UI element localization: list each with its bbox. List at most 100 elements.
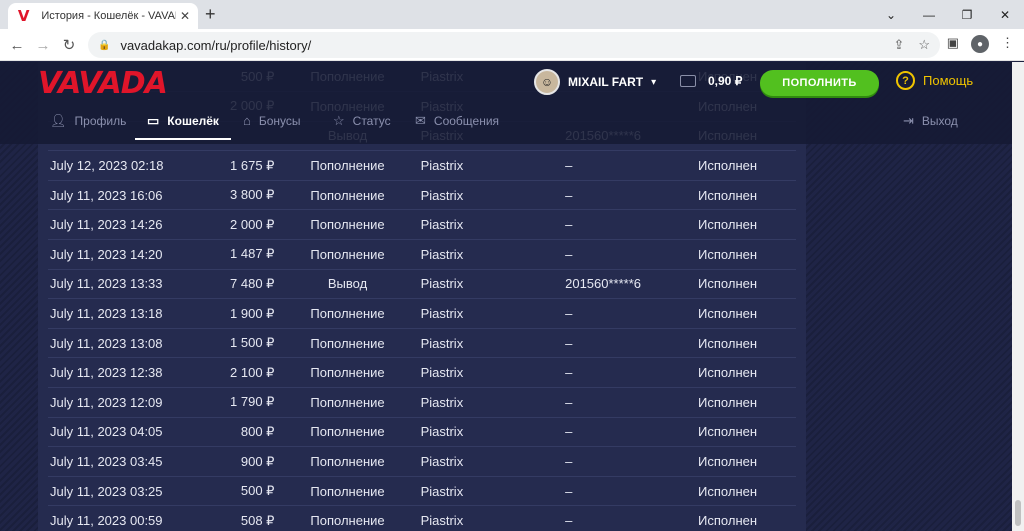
tx-status: Исполнен (698, 158, 758, 174)
tx-type: Пополнение (310, 454, 385, 470)
sidepanel-icon[interactable]: ▣ (947, 35, 959, 53)
logout-button[interactable]: ⇥ Выход (903, 113, 958, 129)
tab-bonuses-label: Бонусы (258, 113, 301, 128)
forward-icon[interactable]: → (32, 34, 54, 56)
tab-status-label: Статус (352, 114, 391, 128)
table-row: July 11, 2023 14:20 1 487 ₽ Пополнение Pias… (48, 240, 796, 270)
tab-wallet[interactable]: ▭ Кошелёк (147, 113, 219, 129)
tx-type: Пополнение (310, 424, 385, 440)
table-row: July 11, 2023 03:45 900 ₽ Пополнение Piastr… (48, 447, 796, 477)
tx-status: Исполнен (698, 187, 758, 203)
tx-wallet: – (565, 454, 573, 470)
share-icon[interactable]: ⇪ (893, 37, 904, 53)
tx-amount: 7 480 ₽ (230, 275, 275, 291)
lock-icon[interactable]: 🔒 (98, 40, 110, 51)
tx-method: Piastrix (420, 365, 464, 381)
tx-type: Пополнение (310, 246, 385, 262)
tab-status[interactable]: ☆ Статус (333, 113, 391, 129)
table-row: July 11, 2023 16:06 3 800 ₽ Пополнение Pias… (48, 180, 796, 210)
tx-amount: 1 500 ₽ (230, 335, 275, 351)
profile-icon[interactable]: ● (971, 35, 989, 53)
tx-method: Piastrix (420, 276, 464, 292)
help-label: Помощь (923, 73, 974, 88)
tx-status: Исполнен (698, 424, 758, 440)
tx-method: Piastrix (420, 335, 464, 351)
gift-icon: ⌂ (243, 113, 251, 128)
tx-wallet: – (565, 483, 573, 499)
tx-method: Piastrix (420, 306, 464, 322)
tx-method: Piastrix (420, 246, 464, 262)
restore-icon[interactable]: ❐ (948, 0, 986, 29)
user-menu[interactable]: ☺ MIXAIL FART ▾ (534, 69, 656, 95)
browser-toolbar: ← → ↻ 🔒 vavadakap.com/ru/profile/history… (0, 29, 1024, 61)
avatar: ☺ (534, 69, 560, 95)
tx-type: Пополнение (310, 335, 385, 351)
username: MIXAIL FART (568, 75, 644, 89)
tx-amount: 500 ₽ (240, 483, 275, 499)
tab-bonuses[interactable]: ⌂ Бонусы (243, 113, 301, 128)
table-row: July 12, 2023 02:18 1 675 ₽ Пополнение Pias… (48, 151, 796, 181)
tx-date: July 11, 2023 14:26 (50, 217, 163, 233)
tx-amount: 800 ₽ (240, 423, 275, 439)
bookmark-star-icon[interactable]: ☆ (918, 37, 930, 53)
new-tab-icon[interactable]: + (205, 4, 216, 25)
user-icon: 👤︎ (50, 113, 67, 128)
close-tab-icon[interactable]: ✕ (180, 9, 190, 23)
tx-date: July 12, 2023 02:18 (50, 158, 164, 174)
address-bar[interactable]: 🔒 vavadakap.com/ru/profile/history/ ⇪ ☆ (88, 32, 940, 58)
tx-wallet: – (565, 246, 573, 262)
tx-method: Piastrix (420, 483, 464, 499)
tx-amount: 1 487 ₽ (230, 246, 275, 262)
tx-type: Пополнение (310, 365, 385, 381)
tab-messages-label: Сообщения (433, 114, 500, 128)
balance-display: 0,90 ₽ (680, 74, 742, 88)
tx-date: July 11, 2023 00:59 (50, 513, 163, 529)
tx-amount: 900 ₽ (240, 453, 275, 469)
tx-date: July 11, 2023 12:38 (50, 365, 163, 381)
page-scrollbar[interactable] (1012, 62, 1024, 531)
close-window-icon[interactable]: ✕ (986, 0, 1024, 29)
back-icon[interactable]: ← (6, 34, 28, 56)
tx-status: Исполнен (698, 246, 758, 262)
tx-wallet: – (565, 335, 573, 351)
tx-status: Исполнен (698, 454, 758, 470)
tx-amount: 2 100 ₽ (230, 364, 275, 380)
tx-status: Исполнен (698, 483, 758, 499)
active-tab-indicator (135, 138, 231, 140)
tab-messages[interactable]: ✉ Сообщения (415, 113, 499, 129)
vavada-logo[interactable]: VAVADA (38, 66, 168, 101)
chevron-down-icon: ▾ (651, 76, 657, 88)
vavada-favicon-icon: V (17, 7, 30, 25)
url-text: vavadakap.com/ru/profile/history/ (120, 37, 312, 53)
tx-type: Пополнение (310, 306, 385, 322)
tx-amount: 1 675 ₽ (230, 157, 275, 173)
deposit-button[interactable]: ПОПОЛНИТЬ (760, 70, 879, 96)
table-row: July 11, 2023 14:26 2 000 ₽ Пополнение Pias… (48, 210, 796, 240)
tx-date: July 11, 2023 03:25 (50, 483, 163, 499)
tx-method: Piastrix (420, 394, 464, 410)
table-row: July 11, 2023 03:25 500 ₽ Пополнение Piastr… (48, 476, 796, 506)
window-controls: ⌄ — ❐ ✕ (872, 0, 1024, 29)
chevron-down-icon[interactable]: ⌄ (872, 0, 910, 29)
help-button[interactable]: ? Помощь (896, 71, 973, 90)
table-row: July 11, 2023 13:08 1 500 ₽ Пополнение Pias… (48, 328, 796, 358)
menu-icon[interactable]: ⋮ (1001, 35, 1014, 53)
tx-status: Исполнен (698, 365, 758, 381)
tx-type: Пополнение (310, 394, 385, 410)
page-viewport: 500 ₽ Пополнение Piastrix Исполнен 2 000 ₽ По… (0, 62, 1012, 531)
tx-type: Пополнение (310, 217, 385, 233)
tx-status: Исполнен (698, 276, 758, 292)
tx-wallet: – (565, 217, 573, 233)
browser-actions: ▣ ● ⋮ (947, 35, 1014, 53)
browser-tab[interactable]: V История - Кошелёк - VAVADA О ✕ (8, 3, 198, 29)
tx-wallet: – (565, 365, 573, 381)
profile-subnav: 👤︎ Профиль ▭ Кошелёк ⌂ Бонусы ☆ Статус ✉… (0, 104, 1012, 144)
tx-type: Пополнение (310, 513, 385, 529)
tx-method: Piastrix (420, 424, 464, 440)
tab-profile[interactable]: 👤︎ Профиль (50, 113, 126, 129)
tx-date: July 11, 2023 13:08 (50, 335, 163, 351)
scrollbar-thumb[interactable] (1015, 500, 1021, 526)
browser-tabbar: V История - Кошелёк - VAVADA О ✕ + ⌄ — ❐… (0, 0, 1024, 29)
minimize-icon[interactable]: — (910, 0, 948, 29)
reload-icon[interactable]: ↻ (58, 34, 80, 56)
